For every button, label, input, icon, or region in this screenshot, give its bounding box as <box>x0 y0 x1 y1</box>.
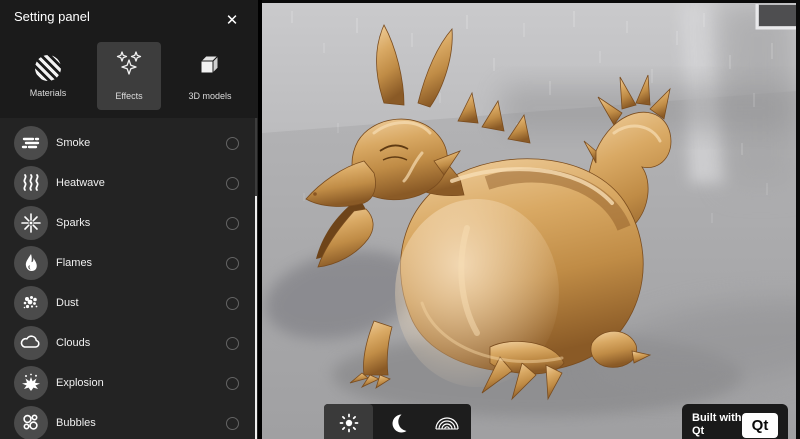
cube-icon <box>196 51 224 84</box>
effect-radio-sparks[interactable] <box>226 217 239 230</box>
effect-label: Clouds <box>56 337 90 349</box>
sun-icon <box>338 412 360 439</box>
effect-radio-dust[interactable] <box>226 297 239 310</box>
tab-3d-models[interactable]: 3D models <box>178 42 242 110</box>
qt-logo: Qt <box>742 413 778 438</box>
effect-radio-clouds[interactable] <box>226 337 239 350</box>
effect-radio-bubbles[interactable] <box>226 417 239 430</box>
viewport-3d[interactable]: Built with Qt Qt <box>262 0 800 439</box>
badge-line1: Built with <box>692 412 742 425</box>
smoke-icon <box>14 126 48 160</box>
effect-row-bubbles[interactable]: Bubbles <box>0 403 258 439</box>
heatwave-icon <box>14 166 48 200</box>
scrollbar-thumb[interactable] <box>255 196 257 439</box>
tab-materials-label: Materials <box>30 88 67 98</box>
badge-line2: Qt <box>692 425 742 438</box>
settings-panel: Setting panel ✕ Materials <box>0 0 258 439</box>
dust-icon <box>14 286 48 320</box>
effect-row-heatwave[interactable]: Heatwave <box>0 163 258 203</box>
built-with-qt-badge[interactable]: Built with Qt Qt <box>682 404 788 439</box>
effect-label: Bubbles <box>56 417 96 429</box>
environment-toolbar <box>324 404 471 439</box>
effects-icon <box>114 51 144 84</box>
effect-row-dust[interactable]: Dust <box>0 283 258 323</box>
panel-header: Setting panel ✕ Materials <box>0 0 258 118</box>
effect-row-flames[interactable]: Flames <box>0 243 258 283</box>
effect-label: Sparks <box>56 217 90 229</box>
effect-row-sparks[interactable]: Sparks <box>0 203 258 243</box>
scene-render <box>262 3 796 439</box>
rain-mode-button[interactable] <box>422 404 471 439</box>
app-window: Setting panel ✕ Materials <box>0 0 800 439</box>
materials-icon <box>35 55 61 81</box>
tab-bar: Materials Effects <box>0 42 258 110</box>
effect-radio-flames[interactable] <box>226 257 239 270</box>
effect-label: Smoke <box>56 137 90 149</box>
effect-radio-heatwave[interactable] <box>226 177 239 190</box>
effect-label: Flames <box>56 257 92 269</box>
close-icon[interactable]: ✕ <box>220 8 244 32</box>
day-mode-button[interactable] <box>324 404 373 439</box>
badge-text: Built with Qt <box>692 412 742 438</box>
night-mode-button[interactable] <box>373 404 422 439</box>
tab-materials[interactable]: Materials <box>16 42 80 110</box>
bubbles-icon <box>14 406 48 439</box>
rainbow-icon <box>434 412 460 439</box>
flames-icon <box>14 246 48 280</box>
clouds-icon <box>14 326 48 360</box>
explosion-icon <box>14 366 48 400</box>
effect-label: Explosion <box>56 377 104 389</box>
tab-3d-models-label: 3D models <box>188 91 231 101</box>
effect-radio-smoke[interactable] <box>226 137 239 150</box>
tab-effects[interactable]: Effects <box>97 42 161 110</box>
effect-row-explosion[interactable]: Explosion <box>0 363 258 403</box>
sparks-icon <box>14 206 48 240</box>
effect-radio-explosion[interactable] <box>226 377 239 390</box>
effect-label: Dust <box>56 297 79 309</box>
effect-label: Heatwave <box>56 177 105 189</box>
scrollbar-track[interactable] <box>255 118 257 196</box>
effects-list: Smoke Heatwave <box>0 118 258 439</box>
moon-icon <box>387 412 409 439</box>
scene-window <box>757 4 796 28</box>
effect-row-smoke[interactable]: Smoke <box>0 123 258 163</box>
tab-effects-label: Effects <box>115 91 142 101</box>
panel-title: Setting panel <box>14 8 104 25</box>
effect-row-clouds[interactable]: Clouds <box>0 323 258 363</box>
